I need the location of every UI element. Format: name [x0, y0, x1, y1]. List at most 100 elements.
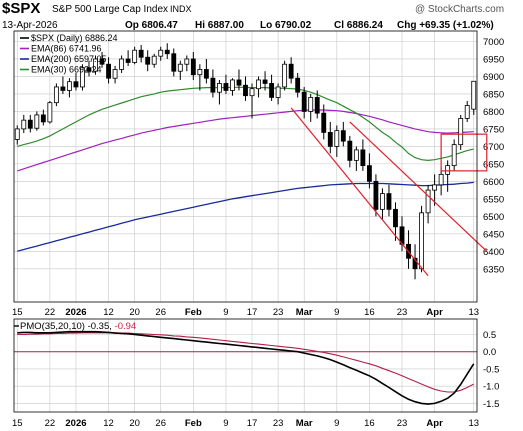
date-tick-label: 23 [397, 307, 408, 318]
candle-body [314, 97, 320, 114]
candle-body [73, 81, 79, 88]
candle-body [445, 165, 451, 175]
candle-body [151, 55, 157, 65]
date-tick-label: 17 [247, 307, 258, 318]
candle-body [321, 112, 327, 133]
candle-body [464, 105, 470, 119]
candle-body [230, 79, 235, 91]
change-value: Chg +69.35 (+1.02%) [397, 20, 494, 31]
candle-body [60, 86, 66, 91]
date-tick-label: 13 [468, 307, 479, 318]
price-tick-label: 6850 [483, 89, 504, 100]
date-tick-label: 9 [223, 307, 228, 318]
candle-body [340, 130, 346, 142]
date-tick-label-pmo: Mar [296, 418, 313, 429]
candle-body [197, 69, 203, 76]
pmo-tick-label: -1.0 [483, 382, 499, 393]
date-tick-label: 15 [12, 307, 23, 318]
date-tick-label-pmo: Apr [426, 418, 443, 429]
candle-body [223, 83, 229, 91]
date-tick-label-pmo: 23 [273, 418, 284, 429]
low-value: Lo 6790.02 [260, 20, 312, 31]
candle-body [40, 114, 46, 123]
price-tick-label: 6350 [483, 264, 504, 275]
candle-body [184, 58, 190, 65]
candle-body [288, 63, 294, 79]
candle-body [67, 81, 72, 91]
chart-title: S&P 500 Large Cap Index [52, 4, 168, 15]
chart-root: $SPX S&P 500 Large Cap Index INDX 13-Apr-20… [0, 0, 523, 431]
candle-body [210, 77, 216, 93]
candle-body [380, 193, 385, 210]
candle-body [158, 49, 164, 57]
candle-body [471, 80, 477, 110]
candle-body [386, 193, 392, 210]
pmo-tick-label: 0.5 [483, 330, 496, 341]
candle-body [269, 83, 275, 98]
date-tick-label-pmo: 17 [247, 418, 258, 429]
pmo-value: -0.35 [88, 321, 110, 332]
candle-body [419, 212, 424, 270]
pmo-label: PMO(35,20,10) [20, 321, 88, 332]
date-tick-label-pmo: 15 [12, 418, 23, 429]
candle-body [425, 189, 431, 214]
stock-chart: $SPX S&P 500 Large Cap Index INDX 13-Apr-20… [0, 0, 523, 431]
candle-body [27, 119, 33, 129]
candle-body [262, 79, 268, 84]
candle-body [373, 180, 379, 210]
candle-body [432, 184, 438, 191]
date-tick-label-pmo: 23 [397, 418, 408, 429]
candle-body [236, 79, 242, 86]
candle-body [164, 49, 170, 55]
date-tick-label: Apr [426, 307, 443, 318]
date-tick-label: 22 [45, 307, 56, 318]
price-tick-label: 7000 [483, 37, 504, 48]
candle-body [458, 118, 464, 146]
candle-body [119, 58, 125, 70]
legend-entry: EMA(86) 6741.96 [31, 44, 102, 54]
candle-body [327, 132, 333, 147]
watermark: @ StockCharts.com [415, 4, 504, 15]
candle-body [14, 128, 20, 140]
candle-body [125, 58, 131, 63]
date-tick-label-pmo: 26 [155, 418, 166, 429]
candle-body [282, 63, 288, 88]
date-tick-label: Mar [296, 307, 313, 318]
candle-body [301, 91, 307, 112]
candle-body [393, 208, 398, 228]
candle-body [353, 149, 359, 161]
date-tick-label-pmo: 13 [468, 418, 479, 429]
candle-body [177, 63, 183, 72]
chart-date: 13-Apr-2026 [2, 20, 58, 31]
candle-body [112, 69, 118, 79]
price-tick-label: 6700 [483, 142, 504, 153]
date-tick-label: 20 [129, 307, 140, 318]
candle-body [21, 119, 27, 130]
pmo-tick-label: -1.5 [483, 399, 499, 410]
candle-body [438, 173, 444, 186]
date-tick-label: 2026 [65, 307, 86, 318]
price-tick-label: 6550 [483, 194, 504, 205]
candle-body [308, 97, 314, 112]
pmo-title: PMO(35,20,10) -0.35, -0.94 [20, 321, 136, 332]
price-tick-label: 6650 [483, 159, 504, 170]
candle-body [275, 86, 281, 98]
date-tick-label: 26 [155, 307, 166, 318]
date-tick-label-pmo: 12 [103, 418, 114, 429]
candle-body [190, 58, 196, 76]
legend-entry: $SPX (Daily) 6886.24 [31, 33, 118, 43]
legend-entry: EMA(200) 6597.05 [31, 54, 107, 64]
date-tick-label-pmo: 9 [223, 418, 228, 429]
date-tick-label: 12 [103, 307, 114, 318]
date-tick-label: 9 [334, 307, 339, 318]
date-tick-label-pmo: Feb [185, 418, 202, 429]
symbol-title: $SPX [2, 0, 40, 17]
pmo-signal-value: -0.94 [115, 321, 137, 332]
open-value: Op 6806.47 [125, 20, 178, 31]
pmo-tick-label: -0.5 [483, 364, 499, 375]
candle-body [334, 130, 340, 147]
date-tick-label: Feb [185, 307, 202, 318]
pmo-tick-label: 0.0 [483, 347, 496, 358]
candle-body [216, 83, 222, 93]
candle-body [256, 79, 261, 90]
